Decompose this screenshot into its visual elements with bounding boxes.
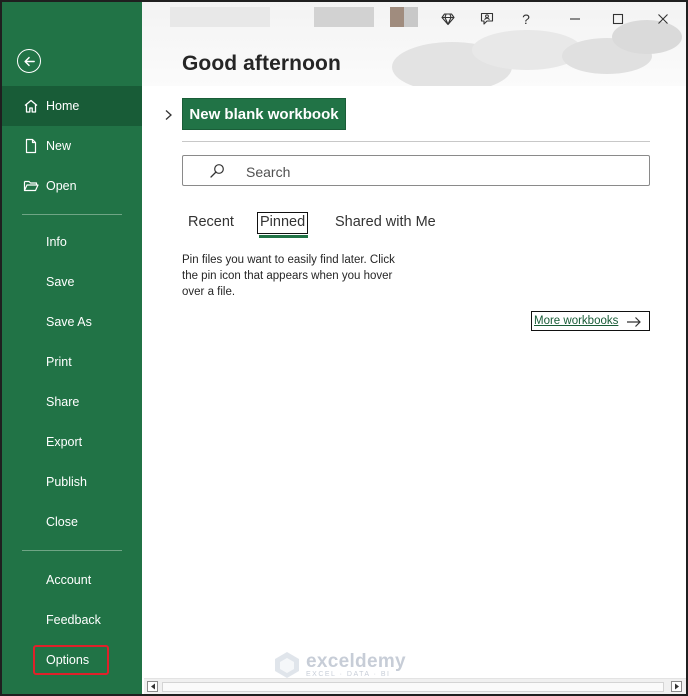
sidebar-item-export[interactable]: Export [2,422,142,462]
blurred-title-region [170,7,270,27]
sidebar-item-label: Info [46,235,67,249]
profile-avatar[interactable] [390,7,404,27]
maximize-icon [612,13,624,25]
sidebar-item-account[interactable]: Account [2,560,142,600]
blurred-title-region [314,7,374,27]
section-divider [182,141,650,142]
people-icon [480,12,494,25]
close-window-button[interactable] [652,9,674,29]
tab-recent[interactable]: Recent [188,212,234,234]
sidebar-item-share[interactable]: Share [2,382,142,422]
more-workbooks-label: More workbooks [534,315,619,327]
premium-diamond-button[interactable] [437,9,459,29]
scroll-left-button[interactable] [147,681,158,692]
help-icon: ? [522,11,530,27]
sidebar-divider [22,550,122,551]
more-workbooks-link[interactable]: More workbooks [531,311,650,331]
diamond-icon [441,13,455,26]
chevron-right-icon [165,110,172,120]
sidebar-item-label: Open [46,179,77,193]
exceldemy-watermark: exceldemy EXCEL · DATA · BI [272,650,406,680]
sidebar-item-options[interactable]: Options [2,640,142,680]
sidebar-item-publish[interactable]: Publish [2,462,142,502]
back-arrow-icon [23,56,35,66]
open-folder-icon [22,177,40,195]
sidebar-item-label: Save As [46,315,92,329]
pinned-empty-message: Pin files you want to easily find later.… [182,254,395,298]
sidebar-divider [22,214,122,215]
arrow-right-icon [626,315,642,327]
sidebar-item-label: New [46,139,72,153]
caret-right-icon [674,683,679,690]
coauthoring-button[interactable] [476,9,498,29]
sidebar-item-label: Home [46,99,80,113]
help-button[interactable]: ? [515,9,537,29]
scrollbar-thumb[interactable] [162,682,664,692]
sidebar-item-save-as[interactable]: Save As [2,302,142,342]
back-button[interactable] [17,49,41,73]
sidebar-item-print[interactable]: Print [2,342,142,382]
sidebar-item-close[interactable]: Close [2,502,142,542]
expand-templates-button[interactable] [162,108,174,122]
blurred-title-region [404,7,418,27]
page-title: Good afternoon [182,52,341,75]
watermark-tagline: EXCEL · DATA · BI [306,671,391,678]
sidebar-item-label: Print [46,355,72,369]
sidebar-item-label: Share [46,395,80,409]
horizontal-scrollbar[interactable] [144,678,686,694]
sidebar-item-label: Options [46,653,90,667]
maximize-button[interactable] [607,9,629,29]
exceldemy-logo-icon [275,652,299,678]
selected-tab-indicator [259,235,308,238]
new-document-icon [22,137,40,155]
watermark-name: exceldemy [306,651,406,672]
search-placeholder: Search [246,164,291,180]
sidebar-item-label: Save [46,275,75,289]
excel-backstage-window: Home New Open Info Save Save As Print Sh… [0,0,688,696]
sidebar-item-open[interactable]: Open [2,166,142,206]
caret-left-icon [150,683,155,690]
sidebar-item-label: Account [46,573,92,587]
sidebar-item-label: Export [46,435,83,449]
close-icon [658,14,668,24]
sidebar-item-label: Feedback [46,613,101,627]
sidebar-item-feedback[interactable]: Feedback [2,600,142,640]
home-icon [22,97,40,115]
sidebar-item-label: Publish [46,475,87,489]
sidebar-item-info[interactable]: Info [2,222,142,262]
search-icon [209,163,225,179]
minimize-icon [570,18,580,20]
backstage-sidebar: Home New Open Info Save Save As Print Sh… [2,2,142,694]
tab-pinned[interactable]: Pinned [257,212,309,234]
minimize-button[interactable] [564,9,586,29]
tab-shared-with-me[interactable]: Shared with Me [335,212,436,234]
search-input[interactable]: Search [182,155,650,186]
sidebar-item-save[interactable]: Save [2,262,142,302]
sidebar-item-label: Close [46,515,78,529]
sidebar-item-home[interactable]: Home [2,86,142,126]
scroll-right-button[interactable] [671,681,682,692]
new-blank-workbook-button[interactable]: New blank workbook [182,98,346,130]
sidebar-item-new[interactable]: New [2,126,142,166]
